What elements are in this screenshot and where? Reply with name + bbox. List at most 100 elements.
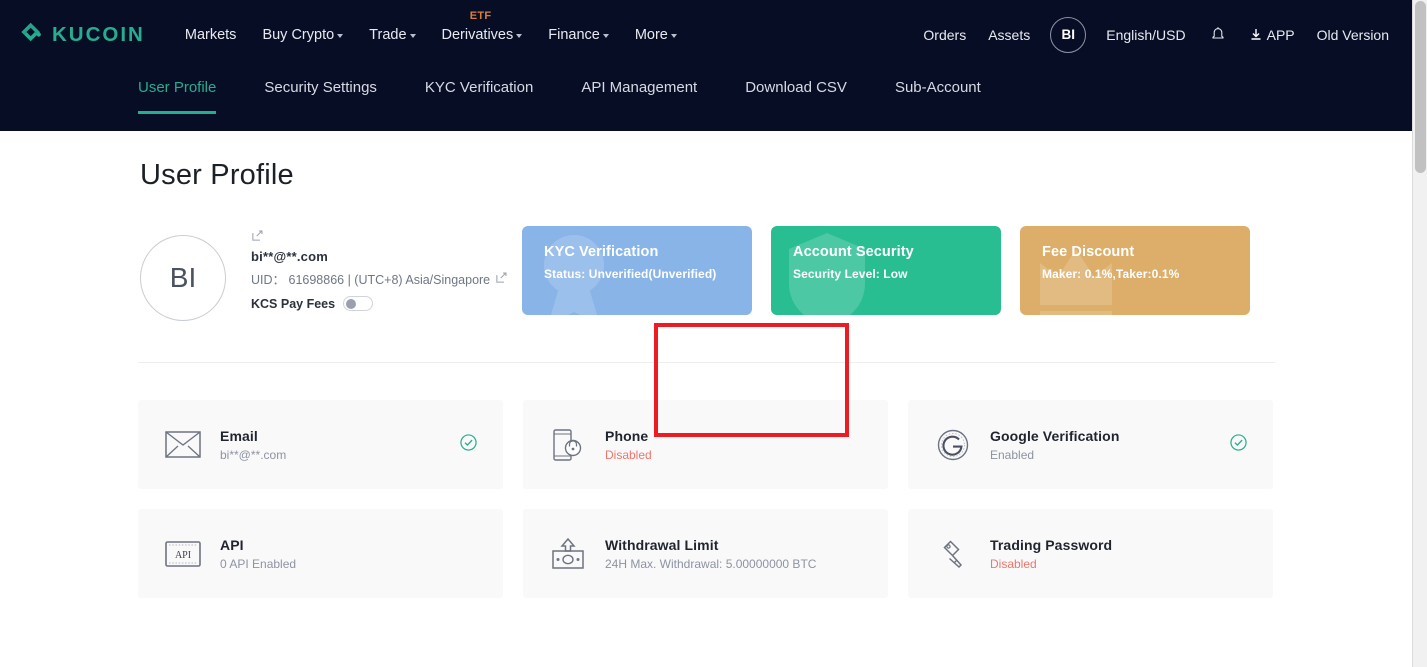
profile-details: bi**@**.com UID： 61698866 | (UTC+8) Asia… [251,226,508,311]
edit-pencil-glyph [496,272,507,283]
card-google-title: Google Verification [990,427,1120,444]
card-account-security[interactable]: Account Security Security Level: Low [771,226,1001,315]
api-icon: API [162,540,204,567]
kucoin-logo-text: KUCOIN [52,22,145,46]
card-withdrawal-limit[interactable]: Withdrawal Limit 24H Max. Withdrawal: 5.… [523,509,888,598]
old-version-link[interactable]: Old Version [1306,27,1400,43]
assets-link[interactable]: Assets [977,27,1041,43]
toggle-knob [345,298,356,309]
card-google-verification[interactable]: Google Verification Enabled [908,400,1273,489]
card-withdrawal-text: Withdrawal Limit 24H Max. Withdrawal: 5.… [605,537,816,571]
key-icon [932,538,974,570]
language-currency-selector[interactable]: English/USD [1095,27,1196,43]
header-right-nav: Orders Assets BI English/USD APP Old Ver… [912,16,1400,53]
nav-trade-label: Trade [369,26,407,43]
card-phone[interactable]: Phone Disabled [523,400,888,489]
card-trading-password-status: Disabled [990,556,1037,571]
page-root: KUCOIN Markets Buy Crypto Trade ETF Deri… [0,0,1427,667]
nav-more[interactable]: More [622,27,690,43]
card-kyc-verification[interactable]: KYC Verification Status: Unverified(Unve… [522,226,752,315]
chevron-down-icon [337,34,344,38]
card-trading-password[interactable]: Trading Password Disabled [908,509,1273,598]
kcs-pay-fees-label: KCS Pay Fees [251,296,336,311]
check-circle-icon [460,433,477,456]
envelope-glyph [165,431,201,458]
orders-link[interactable]: Orders [912,27,977,43]
card-email-title: Email [220,427,258,444]
edit-timezone-icon[interactable] [495,271,508,287]
chevron-down-icon [516,34,523,38]
download-icon [1251,29,1261,40]
api-glyph: API [165,540,201,567]
card-google-status: Enabled [990,447,1035,462]
tab-api-management[interactable]: API Management [581,69,697,96]
kucoin-logo[interactable]: KUCOIN [18,21,145,48]
security-items-grid: Email bi**@**.com Phone Disabled Google … [138,400,1278,598]
svg-text:API: API [175,550,191,561]
envelope-icon [162,431,204,458]
key-glyph [943,539,963,568]
nav-markets-label: Markets [184,26,237,43]
bell-glyph [1212,27,1224,39]
check-circle-glyph [1230,433,1247,451]
card-api-status: 0 API Enabled [220,556,297,571]
nav-trade[interactable]: Trade [356,27,428,43]
tab-sub-account[interactable]: Sub-Account [895,69,981,96]
phone-lock-icon [547,428,589,461]
profile-avatar: BI [140,235,226,321]
stat-cards-group: KYC Verification Status: Unverified(Unve… [522,226,1250,315]
scrollbar-thumb[interactable] [1415,1,1426,173]
section-divider [138,362,1275,363]
card-google-text: Google Verification Enabled [990,428,1119,462]
card-trading-password-title: Trading Password [990,536,1113,553]
check-circle-icon [1230,433,1247,456]
etf-badge: ETF [469,9,492,22]
kcs-pay-fees-toggle[interactable] [343,296,374,311]
avatar[interactable]: BI [1050,16,1087,53]
tab-security-settings[interactable]: Security Settings [264,69,377,96]
card-security-level: Security Level: Low [793,267,908,281]
edit-nickname-icon[interactable] [251,229,508,247]
profile-summary-row: BI bi**@**.com UID： 61698866 | (UTC+8) A… [140,226,1275,437]
card-phone-text: Phone Disabled [605,428,652,462]
card-withdrawal-title: Withdrawal Limit [605,536,719,553]
app-download-link[interactable]: APP [1239,27,1306,43]
card-api-text: API 0 API Enabled [220,537,296,571]
nav-markets[interactable]: Markets [172,27,250,43]
tab-kyc-verification[interactable]: KYC Verification [425,69,533,96]
card-email-text: Email bi**@**.com [220,428,286,462]
page-title: User Profile [140,159,294,191]
kcs-pay-fees-row: KCS Pay Fees [251,296,508,311]
tab-user-profile[interactable]: User Profile [138,69,217,114]
card-email-value: bi**@**.com [220,447,287,462]
card-email[interactable]: Email bi**@**.com [138,400,503,489]
card-trading-password-text: Trading Password Disabled [990,537,1112,571]
card-withdrawal-value: 24H Max. Withdrawal: 5.00000000 BTC [605,556,817,571]
top-navigation-bar: KUCOIN Markets Buy Crypto Trade ETF Deri… [0,0,1412,69]
nav-finance[interactable]: Finance [535,27,622,43]
check-circle-glyph [460,433,477,451]
nav-buy-crypto[interactable]: Buy Crypto [249,27,356,43]
card-fee-discount[interactable]: Fee Discount Maker: 0.1%,Taker:0.1% [1020,226,1250,315]
google-authenticator-icon [932,429,974,461]
main-content: User Profile BI bi**@**.com UID： 6169886… [0,131,1412,667]
card-phone-title: Phone [605,427,649,444]
card-fee-rates: Maker: 0.1%,Taker:0.1% [1042,267,1180,281]
nav-derivatives-label: Derivatives [441,26,514,43]
sub-navigation-tabs: User Profile Security Settings KYC Verif… [0,69,1412,131]
card-api-title: API [220,536,244,553]
app-label: APP [1266,26,1295,43]
page-scrollbar[interactable] [1412,0,1427,667]
google-g-glyph [937,429,969,460]
card-phone-status: Disabled [605,447,652,462]
card-kyc-title: KYC Verification [544,244,659,260]
card-kyc-status: Status: Unverified(Unverified) [544,267,717,281]
edit-pencil-glyph [252,230,263,241]
nav-derivatives[interactable]: ETF Derivatives [429,10,536,43]
chevron-down-icon [602,34,609,38]
kucoin-logo-icon [21,22,41,42]
tab-download-csv[interactable]: Download CSV [745,69,847,96]
profile-email: bi**@**.com [251,249,329,264]
card-api[interactable]: API API 0 API Enabled [138,509,503,598]
bell-icon[interactable] [1197,26,1239,43]
